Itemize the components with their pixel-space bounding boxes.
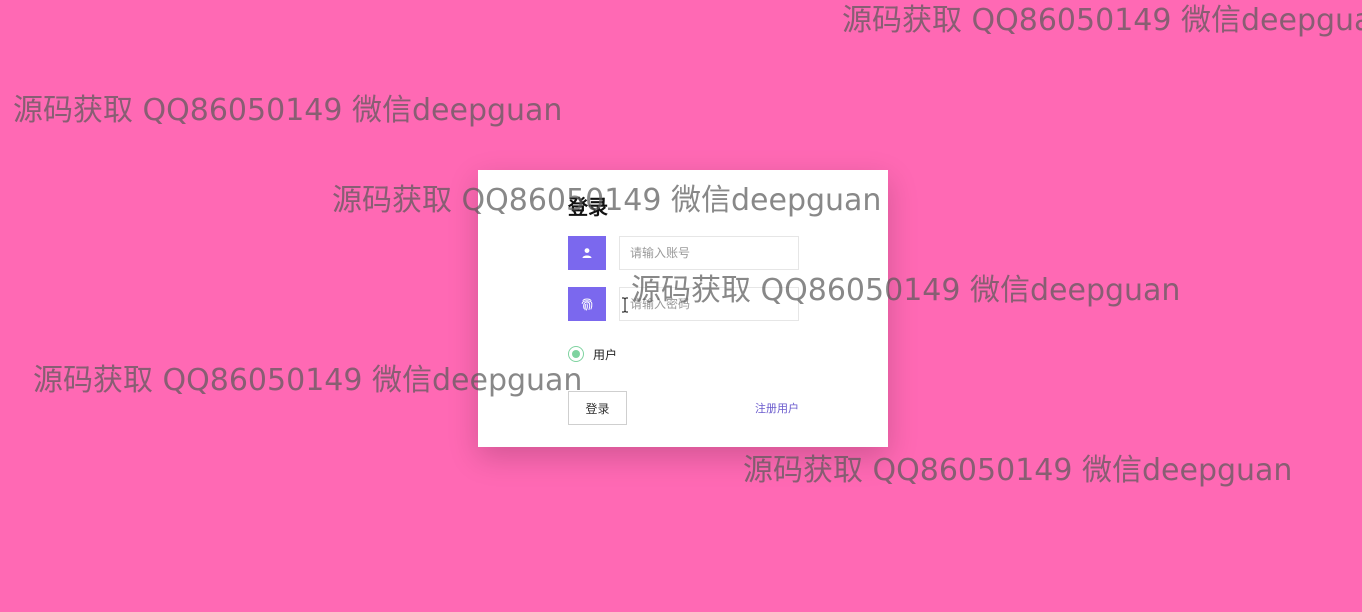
watermark-text: 源码获取 QQ86050149 微信deepguan bbox=[842, 3, 1362, 38]
watermark-text: 源码获取 QQ86050149 微信deepguan bbox=[743, 453, 1293, 488]
text-cursor-icon bbox=[621, 297, 629, 313]
role-label: 用户 bbox=[593, 347, 618, 362]
radio-selected-dot bbox=[572, 350, 580, 358]
password-input[interactable] bbox=[619, 287, 799, 321]
radio-button[interactable] bbox=[568, 346, 584, 362]
user-icon bbox=[568, 236, 606, 270]
login-card: 登录 请输入账号 用户 登录 注册用户 bbox=[478, 170, 888, 447]
fingerprint-icon bbox=[568, 287, 606, 321]
account-input[interactable] bbox=[619, 236, 799, 270]
role-radio-user[interactable]: 用户 bbox=[568, 344, 617, 364]
account-row bbox=[568, 236, 799, 270]
page-background: 登录 请输入账号 用户 登录 注册用户 源码获取 QQ86050149 微信de… bbox=[0, 0, 1362, 612]
watermark-text: 源码获取 QQ86050149 微信deepguan bbox=[13, 93, 563, 128]
login-title: 登录 bbox=[568, 195, 608, 219]
password-row bbox=[568, 287, 799, 321]
login-button[interactable]: 登录 bbox=[568, 391, 627, 425]
register-link[interactable]: 注册用户 bbox=[755, 400, 799, 416]
